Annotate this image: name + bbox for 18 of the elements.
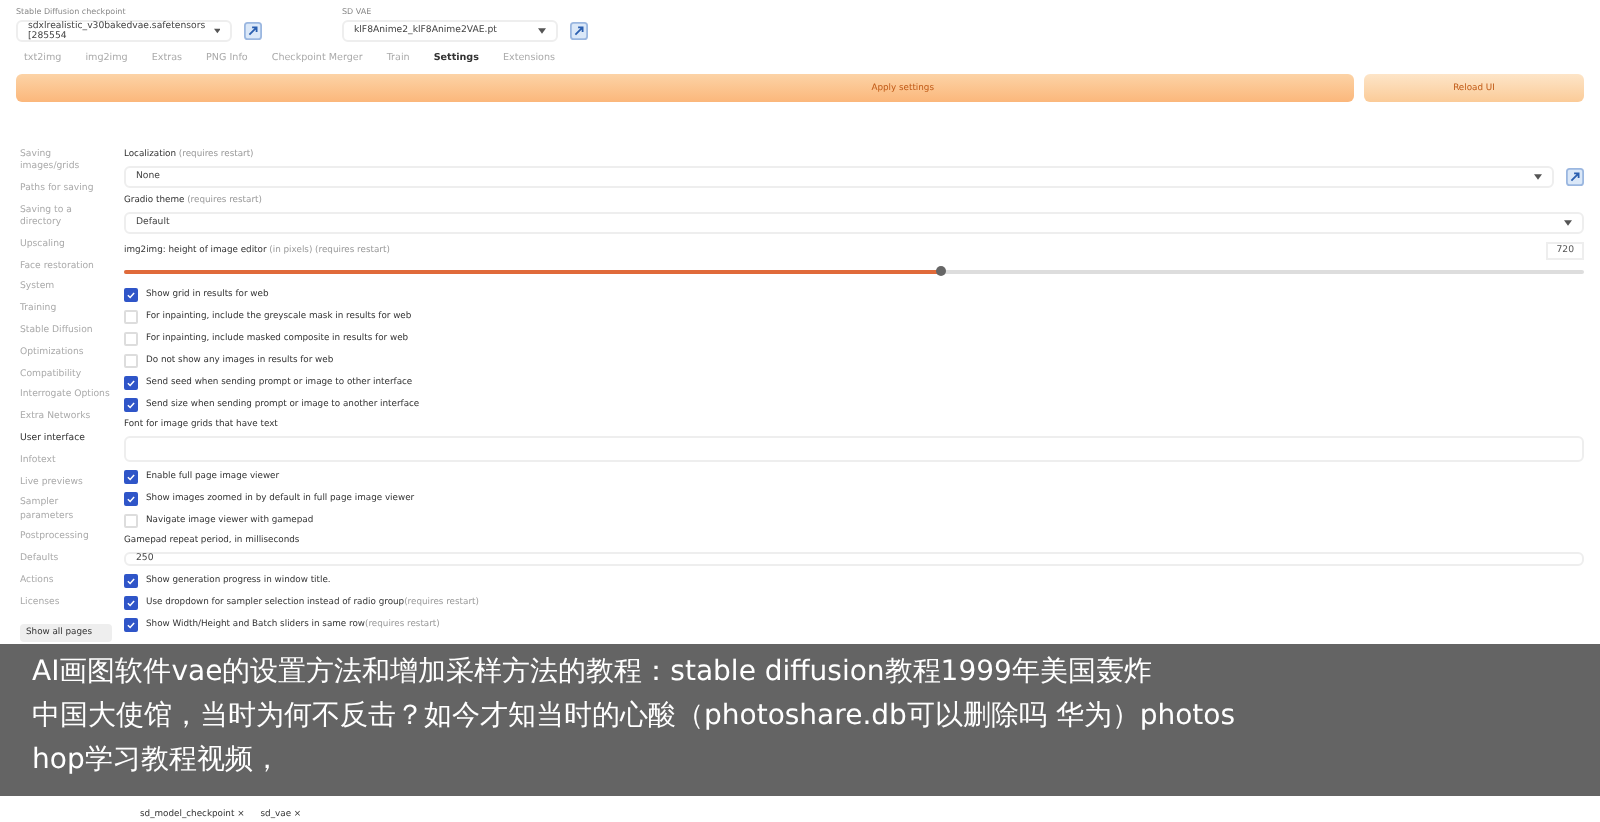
caption-text: AI画图软件vae的设置方法和增加采样方法的教程：stable diffusion教程1999年美国轰炸: [32, 656, 1154, 688]
caret-icon: [538, 28, 546, 34]
caret-icon: [213, 28, 220, 34]
checkbox[interactable]: [124, 618, 138, 632]
refresh-icon[interactable]: [1566, 168, 1584, 186]
checkbox[interactable]: [124, 376, 138, 390]
checkbox[interactable]: [124, 574, 138, 588]
caret-icon: [1564, 220, 1572, 226]
checkbox[interactable]: [124, 288, 138, 302]
checkbox[interactable]: [124, 596, 138, 610]
caption-text: 中国大使馆，当时为何不反击？如今才知当时的心酸（photoshare.db可以删除吗 华为）photos: [32, 700, 1238, 732]
refresh-icon[interactable]: [570, 22, 588, 40]
checkbox[interactable]: [124, 470, 138, 484]
caption-text: hop学习教程视频，: [32, 744, 283, 776]
checkbox[interactable]: [124, 492, 138, 506]
checkbox[interactable]: [124, 398, 138, 412]
refresh-icon[interactable]: [244, 22, 262, 40]
caret-icon: [1534, 174, 1542, 180]
